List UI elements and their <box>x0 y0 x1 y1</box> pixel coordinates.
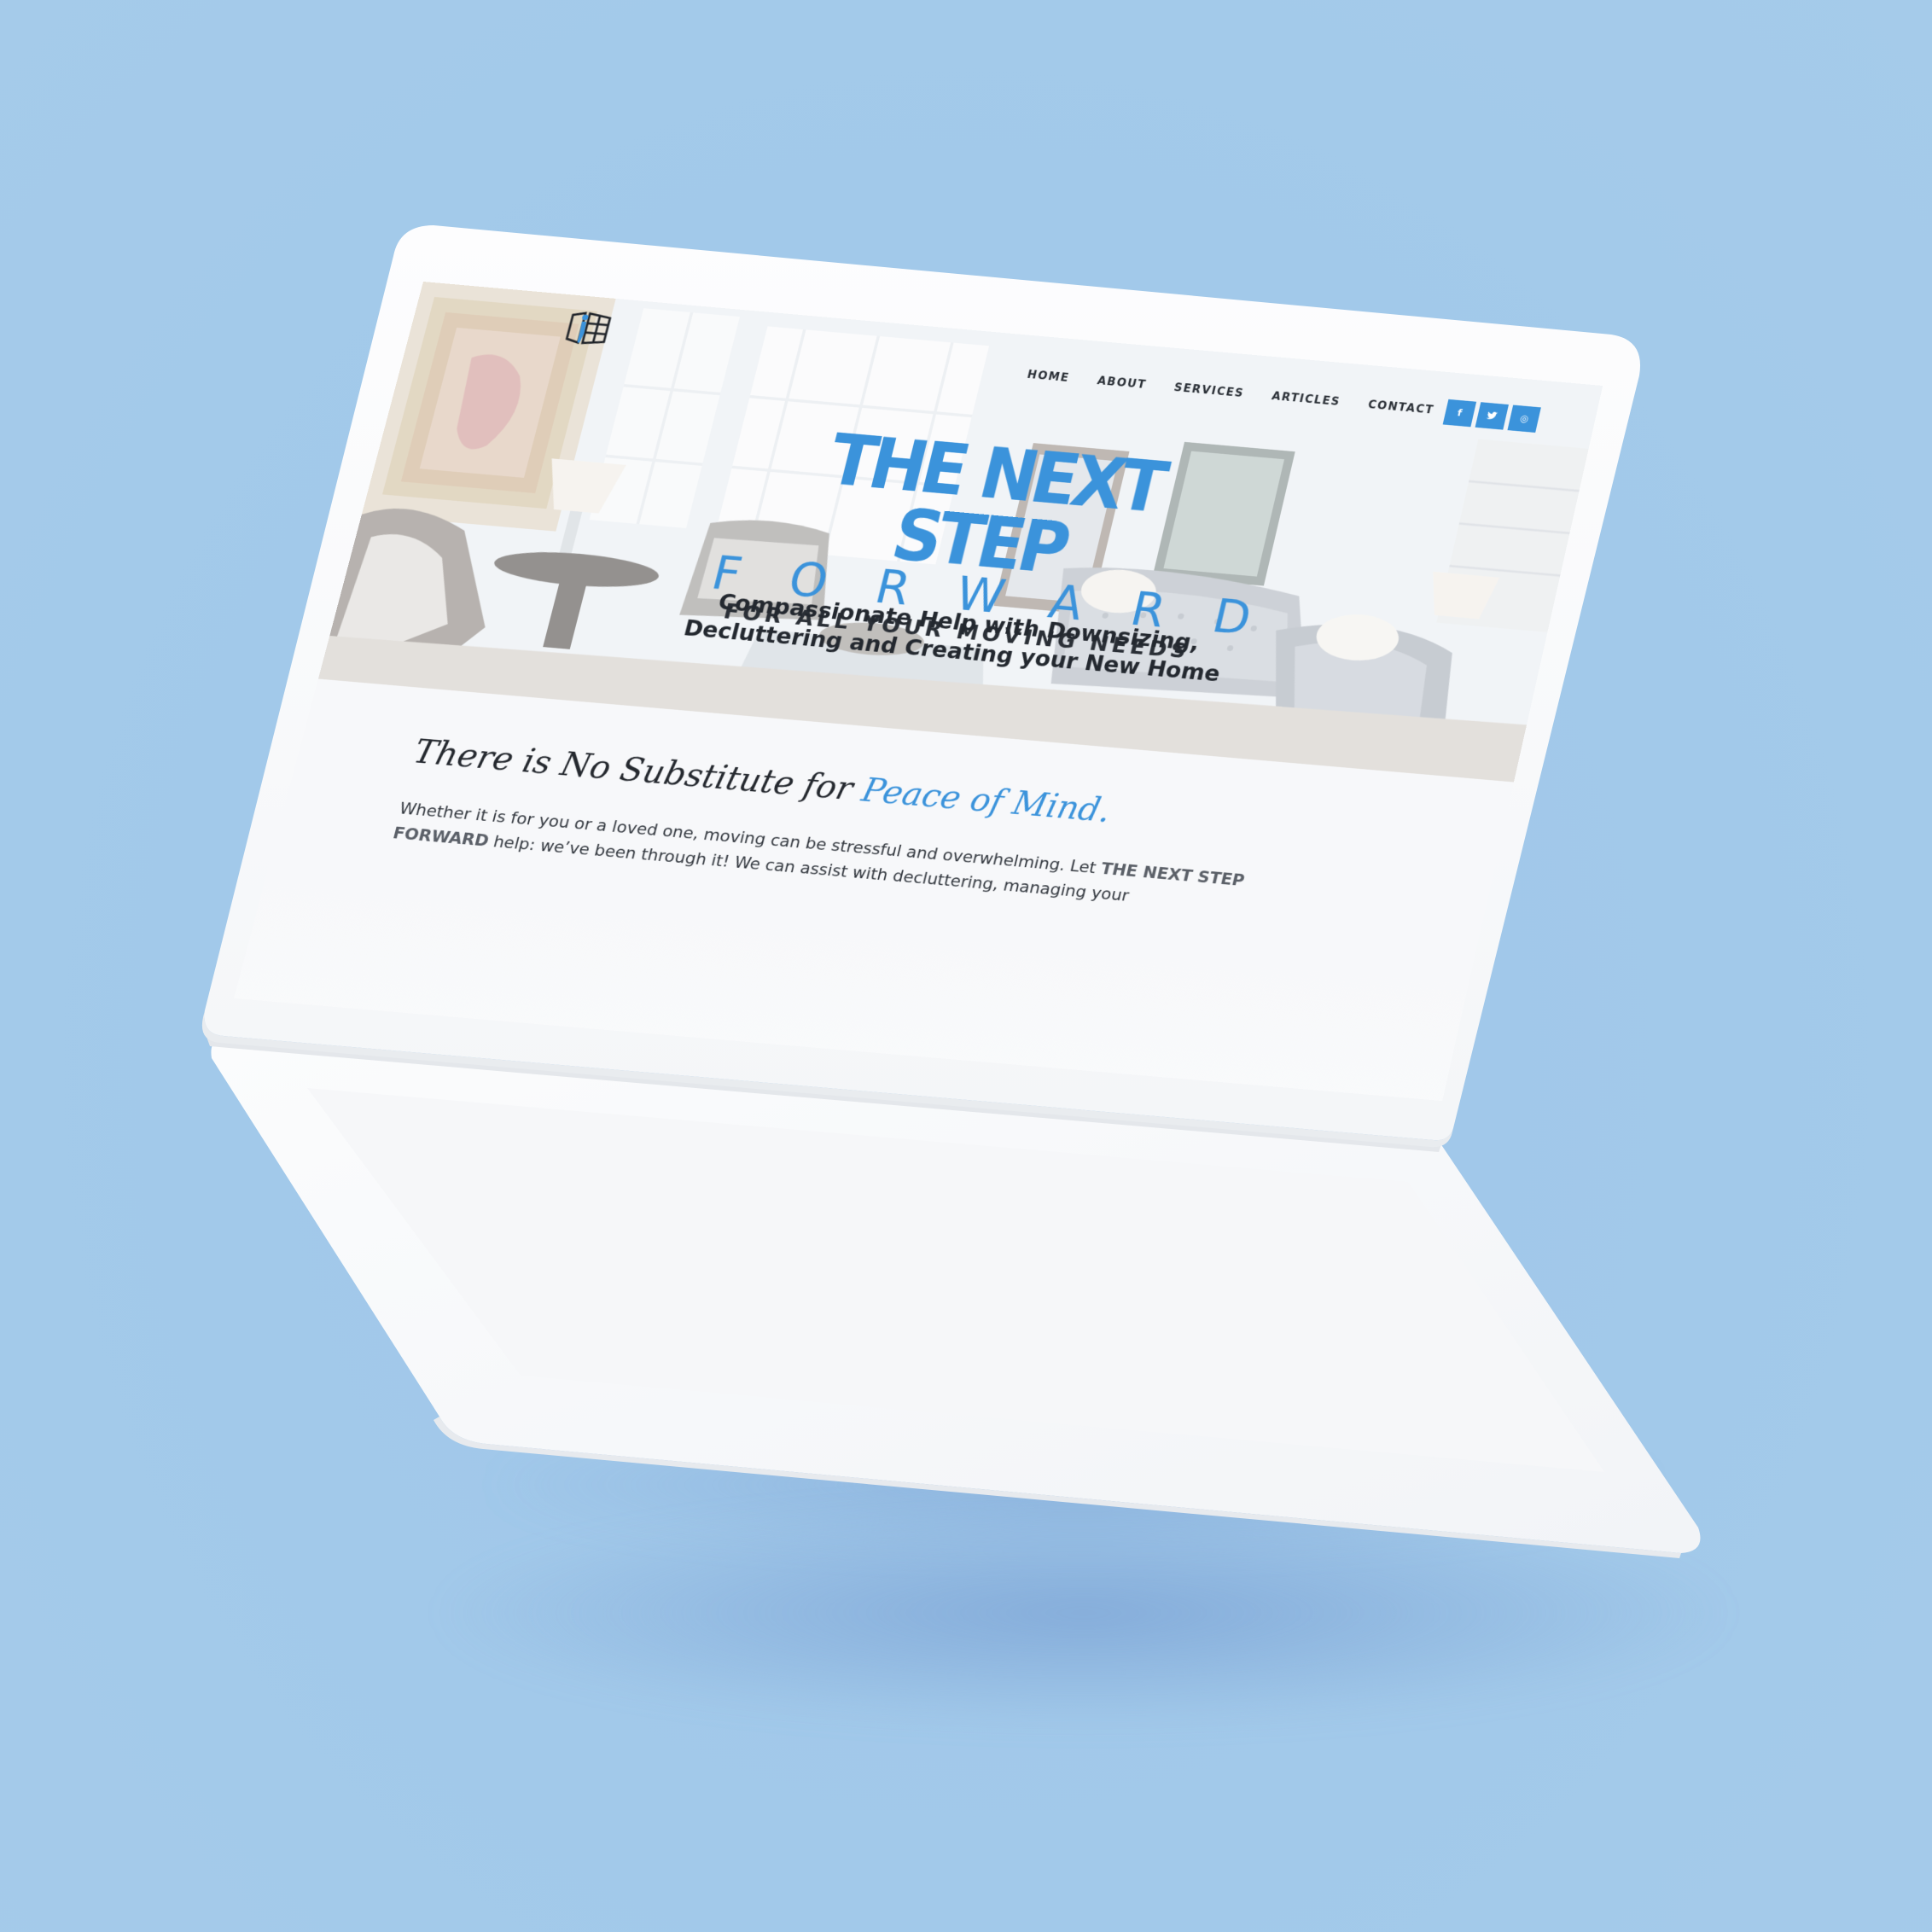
instagram-icon[interactable]: ◎ <box>1507 404 1541 433</box>
website-screen: HOME ABOUT SERVICES ARTICLES CONTACT f ◎… <box>233 282 1603 1102</box>
intro-paragraph: Whether it is for you or a loved one, mo… <box>390 797 1303 923</box>
twitter-icon[interactable] <box>1475 402 1510 430</box>
mockup-stage: HOME ABOUT SERVICES ARTICLES CONTACT f ◎… <box>0 0 1932 1932</box>
facebook-icon[interactable]: f <box>1442 399 1477 428</box>
headline-accent: Peace of Mind. <box>858 771 1115 830</box>
headline-prefix: There is No Substitute for <box>410 733 857 808</box>
